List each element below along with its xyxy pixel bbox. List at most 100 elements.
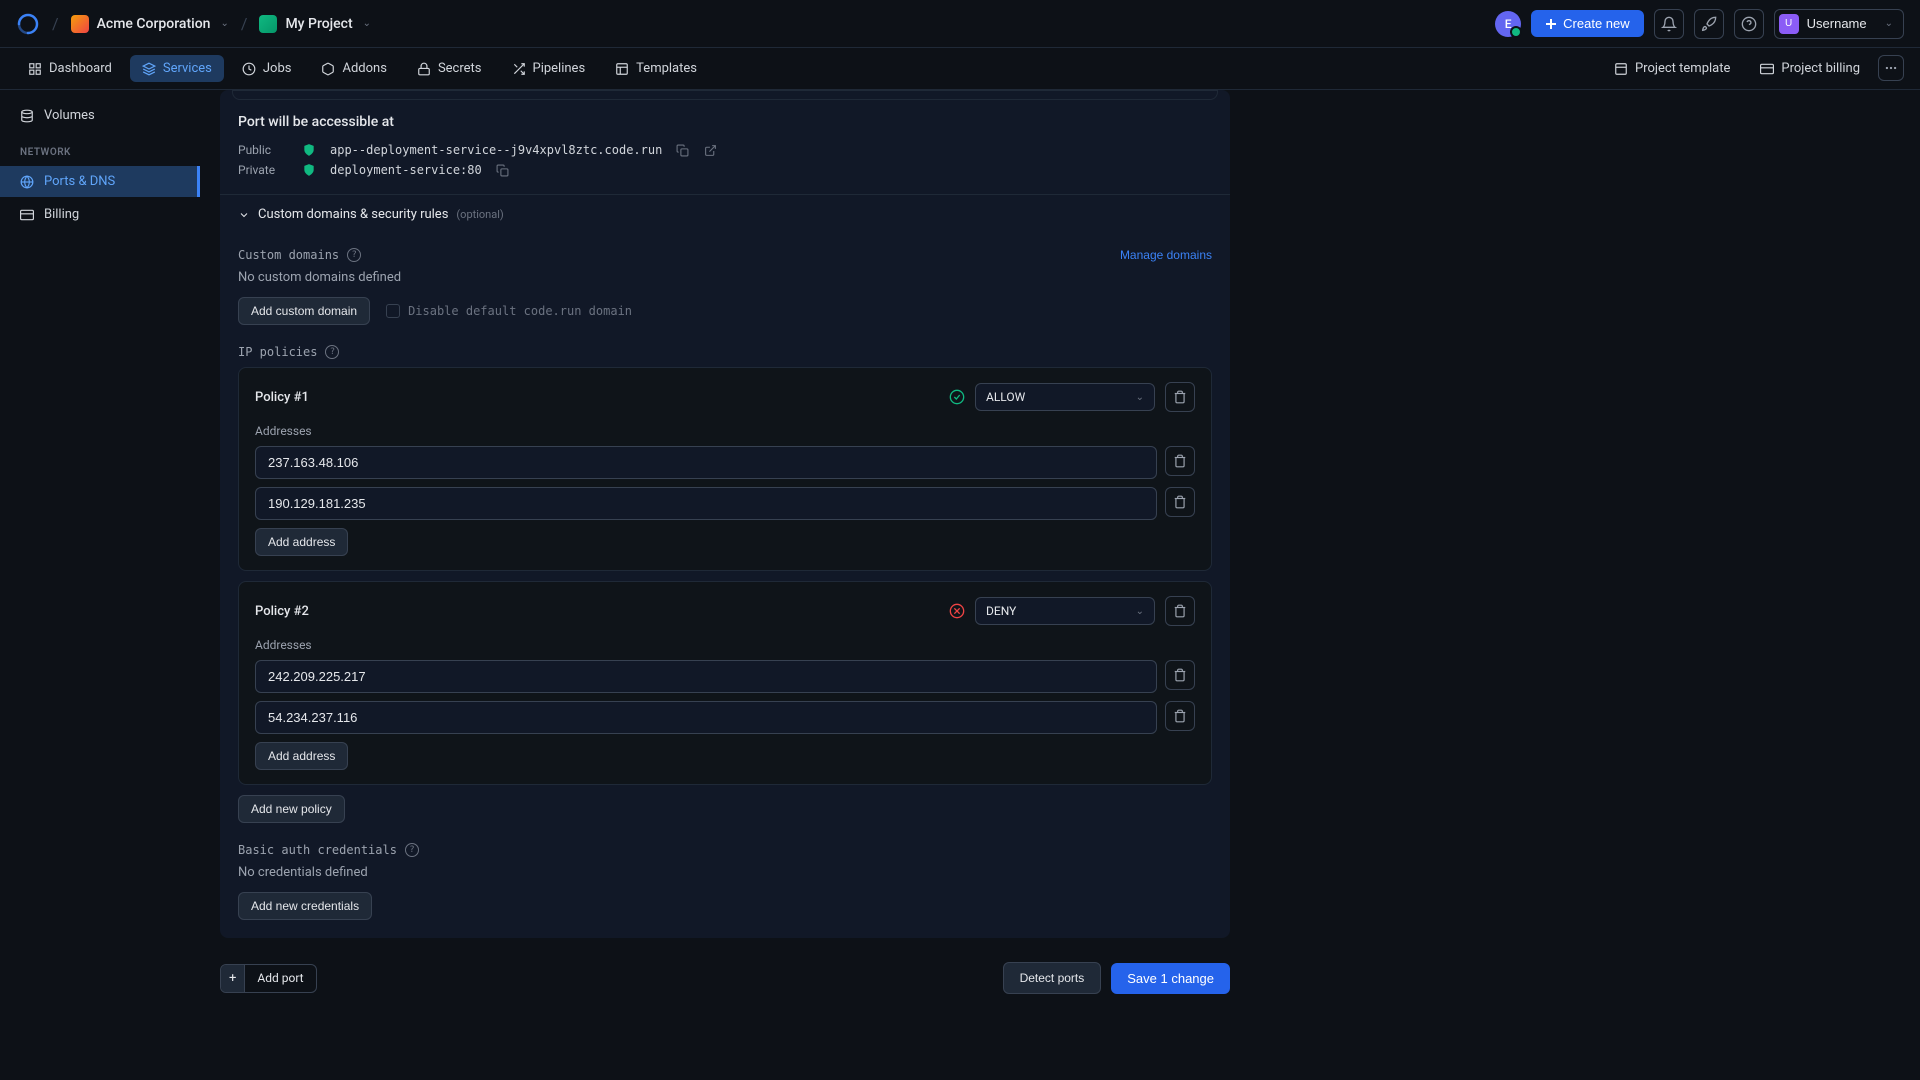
help-icon[interactable]: ? bbox=[405, 843, 419, 857]
globe-icon bbox=[20, 175, 34, 189]
tab-addons[interactable]: Addons bbox=[309, 55, 398, 82]
basic-auth-label: Basic auth credentials ? bbox=[238, 843, 1212, 857]
plus-icon bbox=[1545, 18, 1557, 30]
breadcrumb-sep: / bbox=[241, 14, 248, 33]
project-icon bbox=[259, 15, 277, 33]
dots-icon bbox=[1884, 61, 1898, 75]
addresses-label: Addresses bbox=[255, 424, 1195, 438]
help-icon[interactable]: ? bbox=[347, 248, 361, 262]
sidebar-item-ports-dns[interactable]: Ports & DNS bbox=[0, 166, 200, 197]
delete-address-button[interactable] bbox=[1165, 446, 1195, 476]
ip-policies-label: IP policies ? bbox=[238, 345, 1212, 359]
policy-action-select[interactable]: ALLOW ⌄ bbox=[975, 383, 1155, 411]
add-address-button[interactable]: Add address bbox=[255, 528, 348, 556]
user-badge: U bbox=[1779, 14, 1799, 34]
trash-icon bbox=[1173, 604, 1187, 618]
rocket-icon bbox=[1701, 16, 1717, 32]
tab-project-billing[interactable]: Project billing bbox=[1748, 55, 1872, 82]
sidebar-item-volumes[interactable]: Volumes bbox=[0, 100, 200, 131]
disable-default-checkbox[interactable]: Disable default code.run domain bbox=[386, 304, 632, 318]
breadcrumb-sep: / bbox=[52, 14, 59, 33]
template-icon bbox=[1614, 62, 1628, 76]
help-icon bbox=[1741, 16, 1757, 32]
chevron-down-icon: ⌄ bbox=[363, 18, 371, 29]
external-link-icon[interactable] bbox=[704, 143, 718, 157]
tab-pipelines[interactable]: Pipelines bbox=[500, 55, 598, 82]
sidebar: Volumes NETWORK Ports & DNS Billing bbox=[0, 90, 200, 1080]
tab-dashboard[interactable]: Dashboard bbox=[16, 55, 124, 82]
public-url: app--deployment-service--j9v4xpvl8ztc.co… bbox=[330, 143, 662, 157]
policy-title: Policy #2 bbox=[255, 604, 309, 619]
delete-address-button[interactable] bbox=[1165, 701, 1195, 731]
custom-domains-label: Custom domains ? Manage domains bbox=[238, 248, 1212, 262]
tab-services[interactable]: Services bbox=[130, 55, 224, 82]
add-credentials-button[interactable]: Add new credentials bbox=[238, 892, 372, 920]
grid-icon bbox=[28, 62, 42, 76]
private-label: Private bbox=[238, 163, 288, 177]
delete-address-button[interactable] bbox=[1165, 487, 1195, 517]
no-domains-text: No custom domains defined bbox=[238, 270, 1212, 285]
org-icon bbox=[71, 15, 89, 33]
address-input[interactable] bbox=[255, 487, 1157, 520]
port-section-title: Port will be accessible at bbox=[238, 114, 1212, 130]
main-content: Port will be accessible at Public app--d… bbox=[200, 90, 1250, 1080]
card-icon bbox=[20, 208, 34, 222]
tab-jobs[interactable]: Jobs bbox=[230, 55, 304, 82]
address-input[interactable] bbox=[255, 701, 1157, 734]
sidebar-item-billing[interactable]: Billing bbox=[0, 199, 200, 230]
project-crumb[interactable]: My Project ⌄ bbox=[259, 15, 371, 33]
policy-card: Policy #1 ALLOW ⌄ Addresses bbox=[238, 367, 1212, 571]
checkbox-icon bbox=[386, 304, 400, 318]
delete-policy-button[interactable] bbox=[1165, 596, 1195, 626]
chevron-down-icon: ⌄ bbox=[1885, 18, 1893, 29]
shield-icon bbox=[302, 143, 316, 157]
public-label: Public bbox=[238, 143, 288, 157]
bottom-bar: + Add port Detect ports Save 1 change bbox=[220, 948, 1230, 1000]
trash-icon bbox=[1173, 390, 1187, 404]
addresses-label: Addresses bbox=[255, 638, 1195, 652]
check-circle-icon bbox=[949, 389, 965, 405]
project-name: My Project bbox=[285, 16, 352, 32]
save-button[interactable]: Save 1 change bbox=[1111, 963, 1230, 994]
plus-icon: + bbox=[221, 965, 245, 992]
trash-icon bbox=[1173, 454, 1187, 468]
delete-address-button[interactable] bbox=[1165, 660, 1195, 690]
tab-templates[interactable]: Templates bbox=[603, 55, 709, 82]
policy-card: Policy #2 DENY ⌄ Addresses bbox=[238, 581, 1212, 785]
address-input[interactable] bbox=[255, 660, 1157, 693]
add-address-button[interactable]: Add address bbox=[255, 742, 348, 770]
no-credentials-text: No credentials defined bbox=[238, 865, 1212, 880]
custom-domains-header[interactable]: Custom domains & security rules (optiona… bbox=[220, 195, 1230, 234]
copy-icon[interactable] bbox=[496, 163, 510, 177]
policy-title: Policy #1 bbox=[255, 390, 309, 405]
disk-icon bbox=[20, 109, 34, 123]
port-card: Port will be accessible at Public app--d… bbox=[220, 90, 1230, 938]
bell-button[interactable] bbox=[1654, 9, 1684, 39]
add-custom-domain-button[interactable]: Add custom domain bbox=[238, 297, 370, 325]
more-button[interactable] bbox=[1878, 55, 1904, 81]
copy-icon[interactable] bbox=[676, 143, 690, 157]
avatar[interactable]: E bbox=[1495, 11, 1521, 37]
org-crumb[interactable]: Acme Corporation ⌄ bbox=[71, 15, 229, 33]
addons-icon bbox=[321, 62, 335, 76]
tab-project-template[interactable]: Project template bbox=[1602, 55, 1742, 82]
bell-icon bbox=[1661, 16, 1677, 32]
delete-policy-button[interactable] bbox=[1165, 382, 1195, 412]
logo[interactable] bbox=[16, 12, 40, 36]
trash-icon bbox=[1173, 495, 1187, 509]
policy-action-select[interactable]: DENY ⌄ bbox=[975, 597, 1155, 625]
rocket-button[interactable] bbox=[1694, 9, 1724, 39]
detect-ports-button[interactable]: Detect ports bbox=[1003, 962, 1102, 994]
add-policy-button[interactable]: Add new policy bbox=[238, 795, 345, 823]
tabbar: Dashboard Services Jobs Addons Secrets P… bbox=[0, 48, 1920, 90]
address-input[interactable] bbox=[255, 446, 1157, 479]
add-port-button[interactable]: + Add port bbox=[220, 964, 317, 993]
create-new-button[interactable]: Create new bbox=[1531, 10, 1643, 37]
help-button[interactable] bbox=[1734, 9, 1764, 39]
help-icon[interactable]: ? bbox=[325, 345, 339, 359]
tab-secrets[interactable]: Secrets bbox=[405, 55, 494, 82]
user-menu-button[interactable]: U Username ⌄ bbox=[1774, 9, 1904, 39]
lock-icon bbox=[417, 62, 431, 76]
billing-icon bbox=[1760, 62, 1774, 76]
manage-domains-link[interactable]: Manage domains bbox=[1120, 248, 1212, 262]
